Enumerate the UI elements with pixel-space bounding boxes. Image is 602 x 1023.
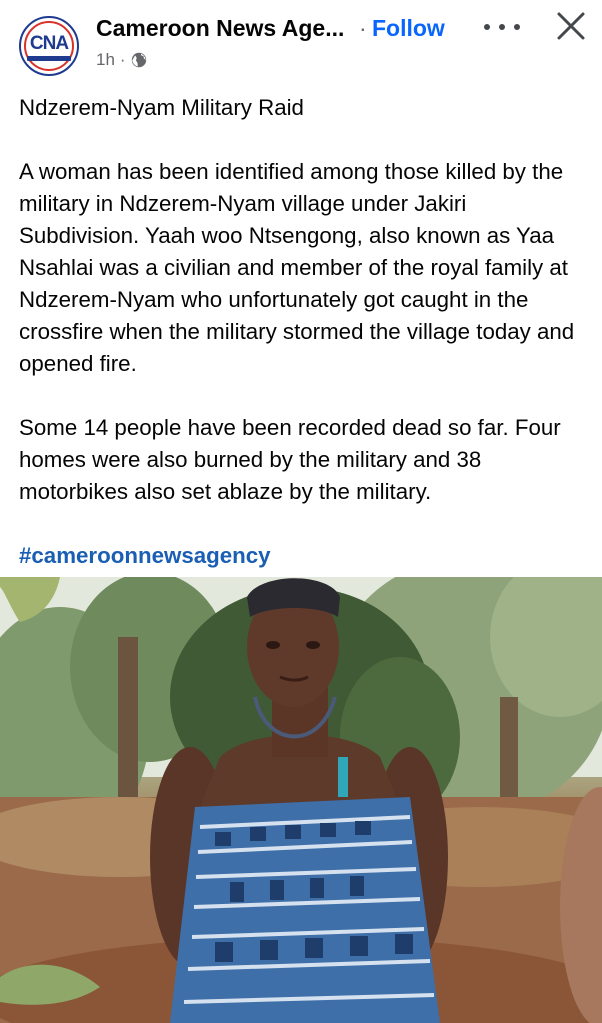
post-title-paragraph: Ndzerem-Nyam Military Raid [19,95,304,120]
more-dot [484,24,490,30]
avatar-logo-bar [27,56,71,61]
name-separator: · [359,15,367,41]
hashtag-link[interactable]: #cameroonnewsagency [19,540,587,572]
more-options-icon[interactable] [484,20,520,34]
follow-button[interactable]: Follow [372,15,445,42]
post-body: Ndzerem-Nyam Military Raid A woman has b… [19,92,587,572]
post-time[interactable]: 1h [96,50,115,70]
close-icon[interactable] [555,10,587,42]
photo-scene [0,577,602,1023]
post-meta: 1h · [96,50,147,70]
post-header: CNA Cameroon News Age... · Follow 1h · [0,0,602,82]
meta-separator: · [119,50,126,69]
page-avatar[interactable]: CNA [19,16,79,76]
page-name[interactable]: Cameroon News Age... [96,15,344,42]
more-dot [514,24,520,30]
avatar-logo-text: CNA [29,33,69,54]
post-photo[interactable] [0,577,602,1023]
more-dot [499,24,505,30]
globe-icon [131,52,146,68]
post-paragraph: A woman has been identified among those … [19,159,575,376]
post-paragraph: Some 14 people have been recorded dead s… [19,415,561,504]
